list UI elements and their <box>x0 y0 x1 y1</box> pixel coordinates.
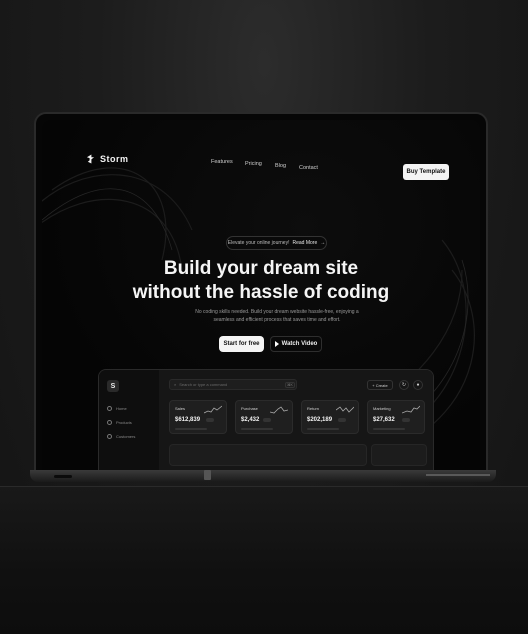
arrow-right-icon: → <box>320 240 326 246</box>
laptop-hinge <box>204 470 211 480</box>
brand-name: Storm <box>100 154 129 164</box>
nav-blog[interactable]: Blog <box>275 163 286 169</box>
side-panel <box>371 444 427 466</box>
search-placeholder: Search or type a command <box>179 382 228 387</box>
stat-card-purchase[interactable]: Purchase $2,432 <box>235 400 293 434</box>
card-note <box>307 428 339 430</box>
card-badge <box>402 418 410 422</box>
avatar[interactable]: ● <box>413 380 423 390</box>
stat-card-sales[interactable]: Sales $612,839 <box>169 400 227 434</box>
buy-template-button[interactable]: Buy Template <box>403 164 449 180</box>
sparkline-icon <box>402 405 420 414</box>
hero-subtitle-line1: No coding skills needed. Build your drea… <box>195 309 359 315</box>
hero-title-line1: Build your dream site <box>163 258 359 279</box>
create-button[interactable]: + Create <box>367 380 393 390</box>
card-value: $202,189 <box>307 417 333 423</box>
card-badge <box>263 418 271 422</box>
play-icon <box>274 341 279 347</box>
card-label: Marketing <box>373 406 391 411</box>
sidebar-item-label: Home <box>116 406 127 411</box>
sidebar-item-home[interactable]: Home <box>107 406 127 411</box>
sparkline-icon <box>270 406 288 414</box>
card-badge <box>338 418 346 422</box>
card-note <box>241 428 273 430</box>
watch-video-label: Watch Video <box>281 341 318 347</box>
stat-card-marketing[interactable]: Marketing $27,632 <box>367 400 425 434</box>
customers-icon <box>107 434 112 439</box>
dashboard-main: ⌕ Search or type a command ⌘K + Create ↻… <box>159 370 433 472</box>
card-value: $612,839 <box>175 417 201 423</box>
hero-subtitle: No coding skills needed. Build your drea… <box>170 308 384 324</box>
laptop-base <box>30 470 496 482</box>
card-value: $27,632 <box>373 417 395 423</box>
card-badge <box>206 418 214 422</box>
hero-title-line2: without the hassle of coding <box>132 282 390 303</box>
nav-contact[interactable]: Contact <box>299 165 318 171</box>
sparkline-icon <box>204 405 222 414</box>
sidebar-item-label: Products <box>116 420 132 425</box>
dashboard-search-input[interactable]: ⌕ Search or type a command <box>169 379 297 390</box>
shelf <box>0 487 528 634</box>
laptop-edge-highlight <box>426 474 490 476</box>
brand-logo[interactable]: Storm <box>86 154 129 164</box>
search-icon: ⌕ <box>174 382 177 387</box>
products-icon <box>107 420 112 425</box>
laptop-port <box>54 475 72 478</box>
refresh-icon[interactable]: ↻ <box>399 380 409 390</box>
card-label: Return <box>307 406 320 411</box>
sparkline-icon <box>336 406 354 413</box>
scene: Storm Features Pricing Blog Contact Buy … <box>0 0 528 634</box>
card-note <box>373 428 405 430</box>
dashboard-preview: S Home Products Customers ⌕ Search or ty… <box>98 369 434 472</box>
announcement-pill[interactable]: Elevate your online journey! Read More → <box>226 236 327 250</box>
hero-subtitle-line2: seamless and efficient process that save… <box>213 317 341 323</box>
nav-pricing[interactable]: Pricing <box>245 161 262 167</box>
card-label: Purchase <box>241 406 258 411</box>
sidebar-item-products[interactable]: Products <box>107 420 132 425</box>
card-note <box>175 428 207 430</box>
pill-text: Elevate your online journey! <box>227 240 290 246</box>
storm-logo-icon <box>86 154 95 164</box>
home-icon <box>107 406 112 411</box>
pill-link[interactable]: Read More <box>292 240 317 246</box>
card-value: $2,432 <box>241 417 260 423</box>
watch-video-button[interactable]: Watch Video <box>270 336 322 352</box>
laptop: Storm Features Pricing Blog Contact Buy … <box>34 112 488 478</box>
dashboard-logo: S <box>107 380 119 392</box>
chart-panel <box>169 444 367 466</box>
search-shortcut: ⌘K <box>285 382 295 388</box>
start-for-free-button[interactable]: Start for free <box>219 336 264 352</box>
sidebar-item-customers[interactable]: Customers <box>107 434 135 439</box>
laptop-screen: Storm Features Pricing Blog Contact Buy … <box>42 120 480 472</box>
dashboard-sidebar: S Home Products Customers <box>99 370 160 472</box>
nav-features[interactable]: Features <box>211 159 233 165</box>
stat-card-return[interactable]: Return $202,189 <box>301 400 359 434</box>
sidebar-item-label: Customers <box>116 434 136 439</box>
card-label: Sales <box>175 406 186 411</box>
